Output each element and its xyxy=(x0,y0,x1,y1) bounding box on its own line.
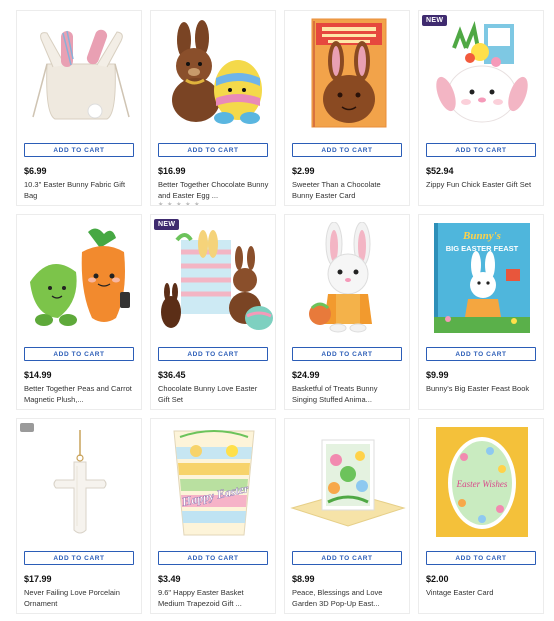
product-image[interactable]: Bunny's BIG EASTER FEAST xyxy=(419,215,543,341)
product-price: $24.99 xyxy=(292,370,320,380)
add-to-cart-button[interactable]: ADD TO CART xyxy=(24,143,134,157)
product-image[interactable]: Easter Wishes xyxy=(419,419,543,545)
add-to-cart-button[interactable]: ADD TO CART xyxy=(24,551,134,565)
product-image[interactable] xyxy=(285,11,409,137)
peas-carrot-plush-image xyxy=(30,228,130,326)
product-image[interactable] xyxy=(419,11,543,137)
add-to-cart-button[interactable]: ADD TO CART xyxy=(158,143,268,157)
add-to-cart-button[interactable]: ADD TO CART xyxy=(426,347,536,361)
book-title-line2: BIG EASTER FEAST xyxy=(446,244,519,253)
product-price: $8.99 xyxy=(292,574,315,584)
product-card[interactable]: NEW ADD TO CART $52.94 Zippy Fun Chick E… xyxy=(418,10,544,206)
product-card[interactable]: Easter Wishes ADD TO CART $2.00 Vintage … xyxy=(418,418,544,614)
add-to-cart-button[interactable]: ADD TO CART xyxy=(24,347,134,361)
product-name-link[interactable]: Better Together Peas and Carrot Magnetic… xyxy=(24,383,136,405)
product-card[interactable]: ADD TO CART $24.99 Basketful of Treats B… xyxy=(284,214,410,410)
product-image[interactable]: Happy Easter xyxy=(151,419,275,545)
product-name-link[interactable]: Better Together Chocolate Bunny and East… xyxy=(158,179,270,201)
product-card[interactable]: Happy Easter ADD TO CART $3.49 9.6" Happ… xyxy=(150,418,276,614)
product-name-link[interactable]: Bunny's Big Easter Feast Book xyxy=(426,383,538,394)
product-price: $36.45 xyxy=(158,370,186,380)
rating-stars: ★ ★ ★ ★ ★ xyxy=(158,202,201,206)
product-price: $17.99 xyxy=(24,574,52,584)
product-price: $6.99 xyxy=(24,166,47,176)
bunny-love-gift-set-image xyxy=(161,230,273,330)
product-image[interactable] xyxy=(285,419,409,545)
easter-wishes-card-image: Easter Wishes xyxy=(436,427,528,537)
chocolate-bunny-card-image xyxy=(311,18,387,128)
product-card[interactable]: Bunny's BIG EASTER FEAST ADD TO CART $9.… xyxy=(418,214,544,410)
product-name-link[interactable]: 9.6" Happy Easter Basket Medium Trapezoi… xyxy=(158,587,270,609)
chocolate-bunny-egg-plush-image xyxy=(172,20,262,124)
product-image[interactable] xyxy=(151,11,275,137)
add-to-cart-button[interactable]: ADD TO CART xyxy=(426,551,536,565)
product-name-link[interactable]: Basketful of Treats Bunny Singing Stuffe… xyxy=(292,383,404,405)
product-price: $2.99 xyxy=(292,166,315,176)
product-price: $14.99 xyxy=(24,370,52,380)
product-name-link[interactable]: Peace, Blessings and Love Garden 3D Pop-… xyxy=(292,587,404,609)
product-name-link[interactable]: Zippy Fun Chick Easter Gift Set xyxy=(426,179,538,190)
product-card[interactable]: ADD TO CART $2.99 Sweeter Than a Chocola… xyxy=(284,10,410,206)
product-name-link[interactable]: Vintage Easter Card xyxy=(426,587,538,598)
product-image[interactable] xyxy=(151,215,275,341)
product-image[interactable] xyxy=(285,215,409,341)
book-title-line1: Bunny's xyxy=(462,230,501,242)
chick-gift-set-image xyxy=(436,21,528,123)
product-price: $3.49 xyxy=(158,574,181,584)
happy-easter-gift-bag-image: Happy Easter xyxy=(173,430,255,536)
product-card[interactable]: ADD TO CART $17.99 Never Failing Love Po… xyxy=(16,418,142,614)
singing-bunny-plush-image xyxy=(309,222,372,333)
product-image[interactable] xyxy=(17,419,141,545)
new-badge: NEW xyxy=(422,15,448,26)
easter-feast-book-image: Bunny's BIG EASTER FEAST xyxy=(434,223,530,333)
badge-marker xyxy=(20,423,34,432)
product-card[interactable]: ADD TO CART $14.99 Better Together Peas … xyxy=(16,214,142,410)
product-name-link[interactable]: Chocolate Bunny Love Easter Gift Set xyxy=(158,383,270,405)
add-to-cart-button[interactable]: ADD TO CART xyxy=(292,143,402,157)
bunny-fabric-bag-image xyxy=(32,29,130,120)
product-card[interactable]: ADD TO CART $16.99 Better Together Choco… xyxy=(150,10,276,206)
product-card[interactable]: ADD TO CART $6.99 10.3" Easter Bunny Fab… xyxy=(16,10,142,206)
add-to-cart-button[interactable]: ADD TO CART xyxy=(158,551,268,565)
add-to-cart-button[interactable]: ADD TO CART xyxy=(292,347,402,361)
card-text: Easter Wishes xyxy=(456,479,508,489)
product-price: $16.99 xyxy=(158,166,186,176)
new-badge: NEW xyxy=(154,219,180,230)
product-image[interactable] xyxy=(17,11,141,137)
add-to-cart-button[interactable]: ADD TO CART xyxy=(426,143,536,157)
product-name-link[interactable]: 10.3" Easter Bunny Fabric Gift Bag xyxy=(24,179,136,201)
product-card[interactable]: NEW ADD TO CART $36.45 Chocolate Bunny L… xyxy=(150,214,276,410)
product-price: $2.00 xyxy=(426,574,449,584)
product-price: $9.99 xyxy=(426,370,449,380)
add-to-cart-button[interactable]: ADD TO CART xyxy=(292,551,402,565)
product-card[interactable]: ADD TO CART $8.99 Peace, Blessings and L… xyxy=(284,418,410,614)
product-grid: ADD TO CART $6.99 10.3" Easter Bunny Fab… xyxy=(16,10,544,614)
popup-garden-card-image xyxy=(290,439,406,527)
product-price: $52.94 xyxy=(426,166,454,176)
add-to-cart-button[interactable]: ADD TO CART xyxy=(158,347,268,361)
porcelain-cross-ornament-image xyxy=(53,430,107,534)
product-name-link[interactable]: Never Failing Love Porcelain Ornament xyxy=(24,587,136,609)
product-image[interactable] xyxy=(17,215,141,341)
product-name-link[interactable]: Sweeter Than a Chocolate Bunny Easter Ca… xyxy=(292,179,404,201)
